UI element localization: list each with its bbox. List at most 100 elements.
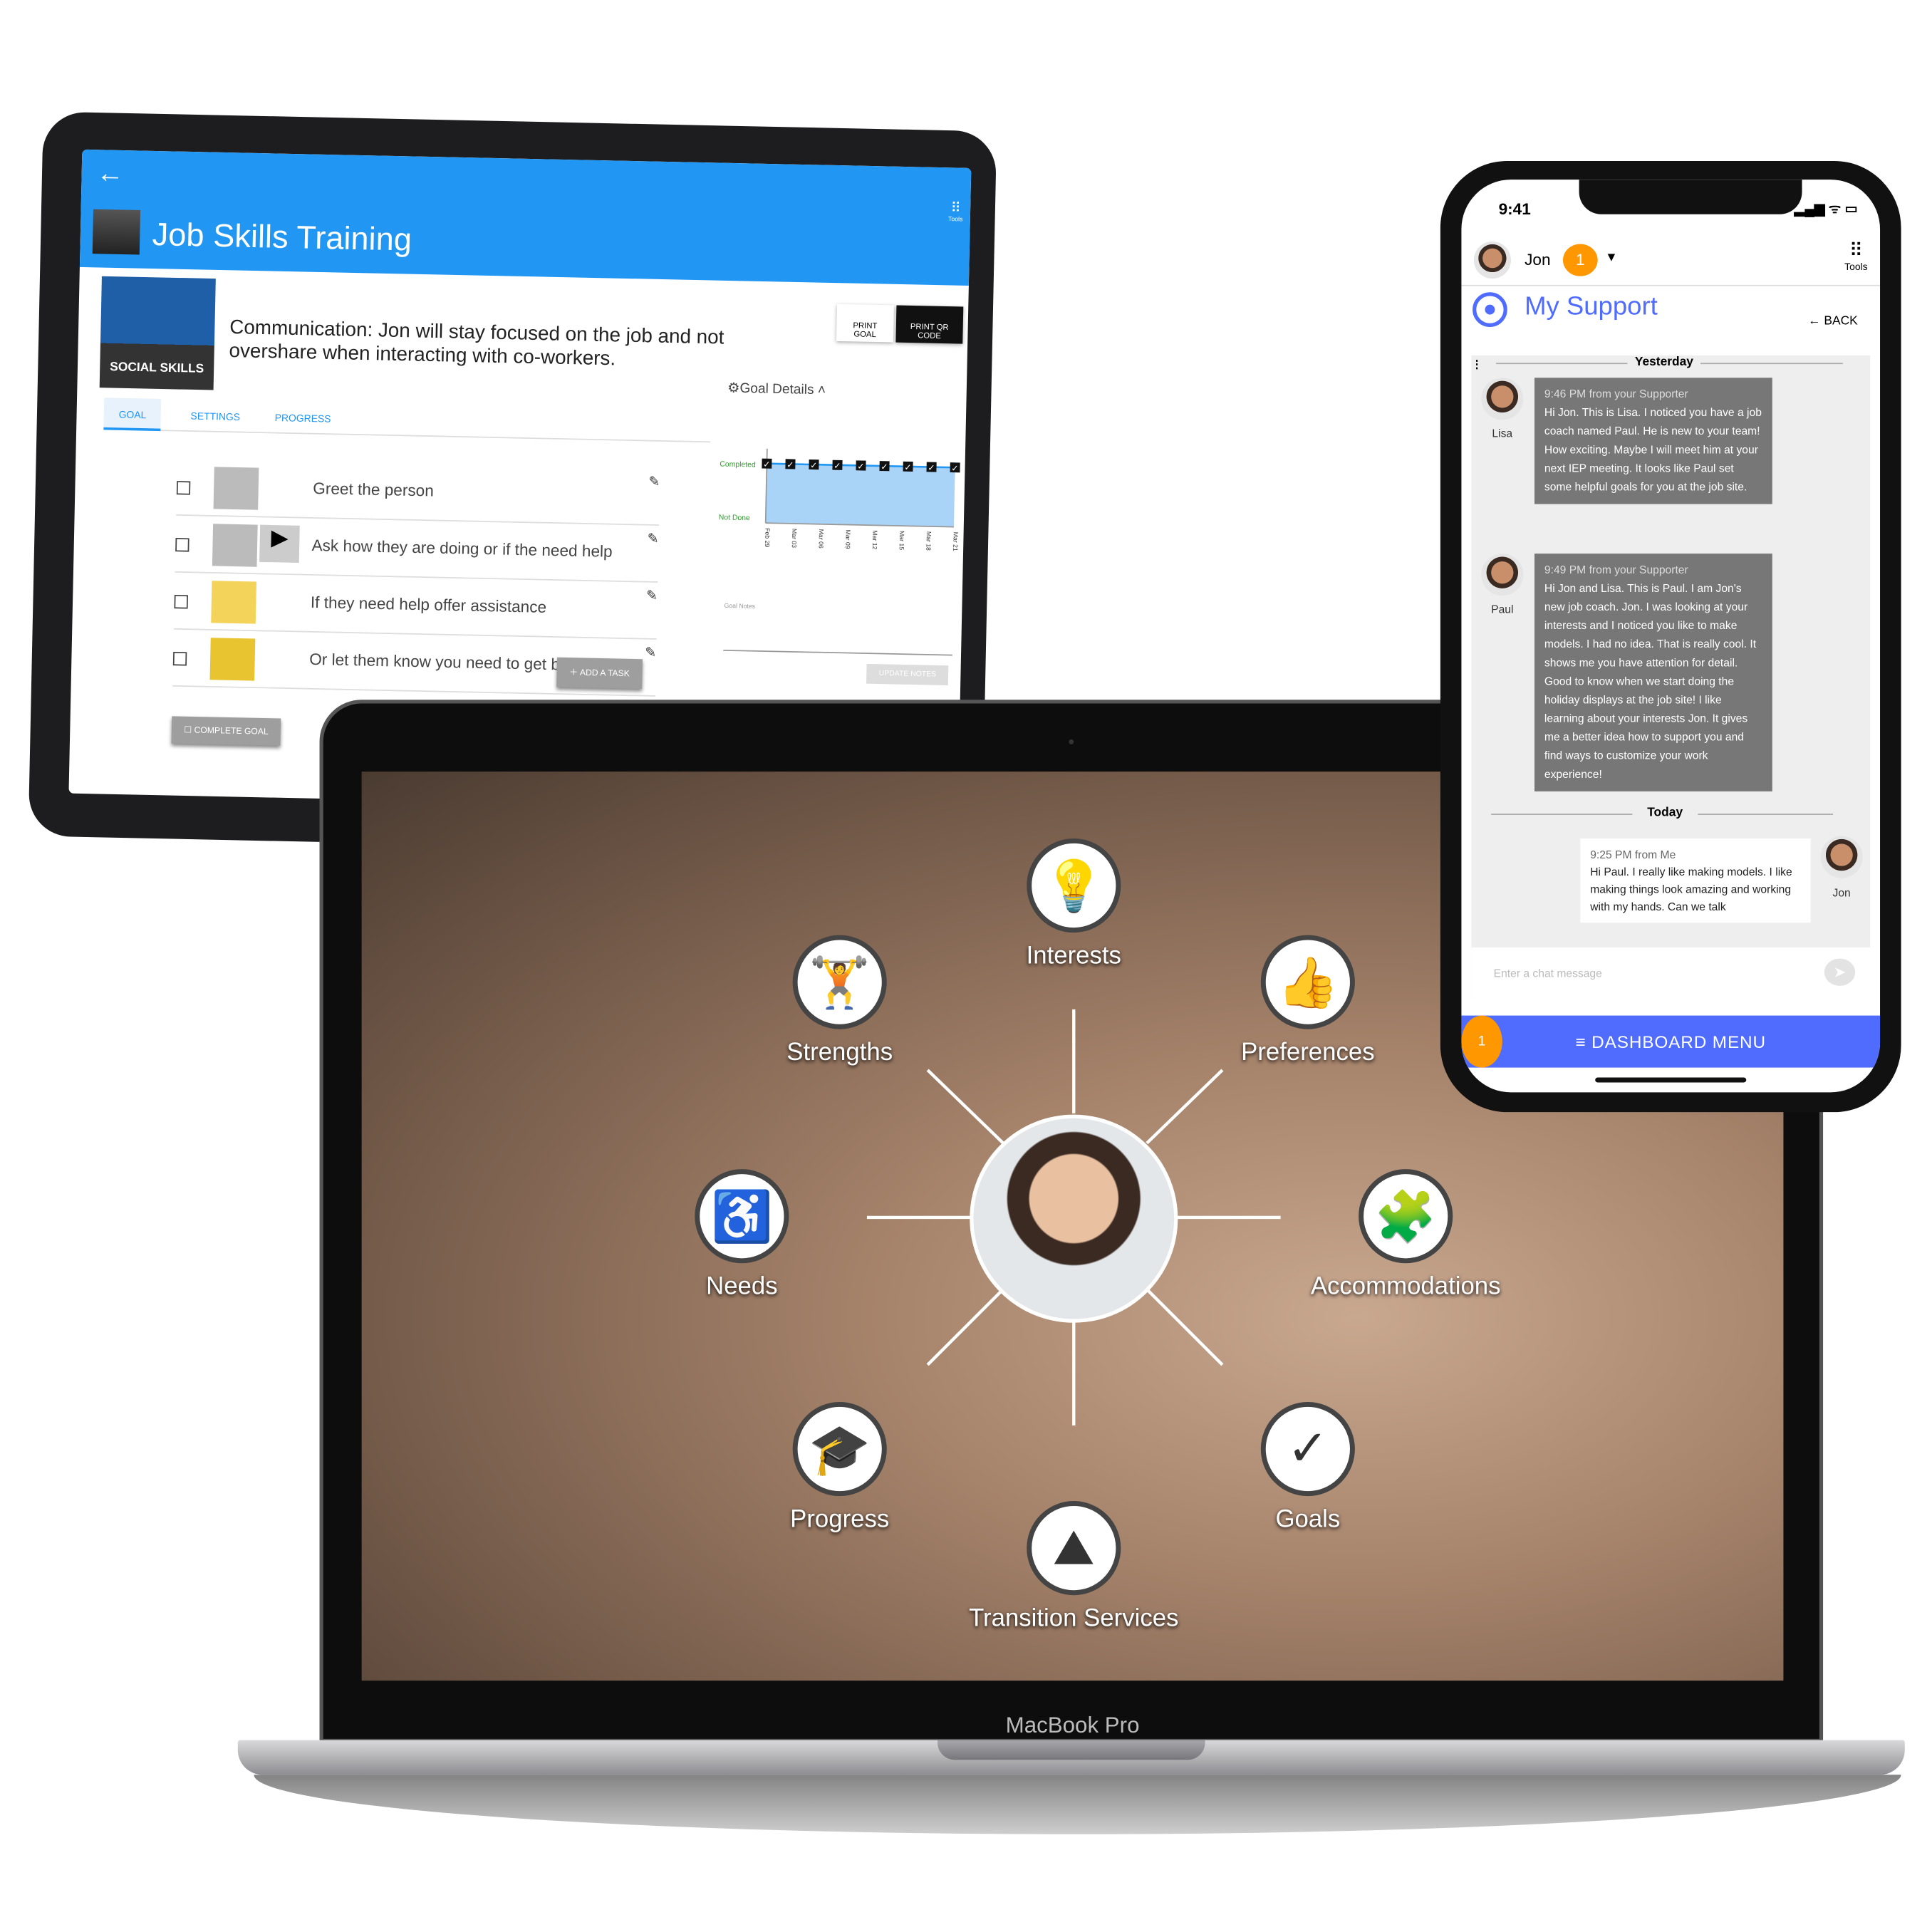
data-point-check: ✓ [763,459,770,469]
back-button[interactable]: ← BACK [1808,315,1858,328]
puzzle-icon[interactable]: 🧩 [1359,1169,1453,1264]
phone-device: 9:41 ▂▄▆ ᯤ ▭ Jon 1 ▾ ⠿ Tools My Support ←… [1440,161,1901,1113]
category-badge: SOCIAL SKILLS [99,276,216,390]
task-label: Greet the person [313,479,435,500]
sender-name: Paul [1491,603,1514,616]
tab-progress[interactable]: PROGRESS [259,401,346,435]
mountain-climber-icon[interactable]: ⛰ [1027,1501,1121,1596]
goal-details-label: Goal Details [739,381,814,398]
grid-icon: ⠿ [950,201,961,217]
complete-goal-button[interactable]: ☐ COMPLETE GOAL [171,716,281,746]
task-image [212,524,258,567]
tab-settings[interactable]: SETTINGS [175,399,255,433]
edit-pencil-icon[interactable]: ✎ [648,474,660,489]
send-icon[interactable]: ➤ [1824,958,1856,986]
add-task-label: ADD A TASK [579,669,630,679]
tab-goal[interactable]: GOAL [103,398,162,432]
hub-label-needs[interactable]: Needs [581,1272,903,1302]
dashboard-menu-button[interactable]: ≡ DASHBOARD MENU [1461,1015,1881,1068]
tools-button[interactable]: ⠿ Tools [1844,239,1867,272]
edit-pencil-icon[interactable]: ✎ [647,531,658,546]
print-qr-button[interactable]: PRINT QR CODE [895,305,964,344]
task-row: Greet the person ✎ [176,461,660,526]
lightbulb-icon[interactable]: 💡 [1027,838,1121,933]
hub-label-interests[interactable]: Interests [913,941,1235,971]
goal-notes-input[interactable] [723,650,952,656]
message-from: from Me [1634,848,1676,861]
goal-progress-chart: Completed Not Done ✓ ✓ ✓ ✓ ✓ ✓ ✓ ✓ ✓ Feb 29 Mar 03 Ma… [719,448,960,551]
grid-icon: ⠿ [1849,240,1863,261]
laptop-notch [938,1740,1205,1760]
goal-details-toggle[interactable]: ⚙Goal Details ˄ [727,380,826,398]
hub-label-progress[interactable]: Progress [679,1505,1001,1534]
data-point-check: ✓ [810,460,817,470]
x-tick-label: Mar 06 [817,529,825,549]
task-checkbox[interactable] [176,481,191,495]
goal-description: Communication: Jon will stay focused on … [229,317,724,370]
edit-pencil-icon[interactable]: ✎ [646,588,658,603]
status-icons: ▂▄▆ ᯤ ▭ [1794,202,1858,217]
hub-label-strengths[interactable]: Strengths [679,1038,1001,1068]
add-task-button[interactable]: ＋ ADD A TASK [556,657,643,689]
accessibility-icon[interactable]: ♿ [695,1169,789,1264]
tools-button[interactable]: ⠿ Tools [948,199,963,224]
support-target-icon [1473,292,1507,327]
paul-avatar [1481,554,1524,596]
task-row: If they need help offer assistance ✎ [173,575,658,640]
goal-thumbnail [92,209,141,255]
thumbs-up-icon[interactable]: 👍 [1260,935,1355,1029]
video-play-icon[interactable]: ▶ [259,524,300,563]
message-bubble: 9:49 PM from your Supporter Hi Jon and Li… [1534,554,1772,791]
notification-badge[interactable]: 1 [1562,244,1598,276]
back-label: BACK [1824,314,1858,328]
chart-area [765,463,955,527]
task-checkbox[interactable] [174,595,188,609]
x-tick-label: Mar 21 [952,532,960,551]
message-bubble: 9:46 PM from your Supporter Hi Jon. This … [1534,378,1772,504]
webcam [1069,739,1074,744]
student-photo[interactable] [970,1114,1178,1323]
menu-badge: 1 [1461,1015,1502,1068]
task-row: ▶ Ask how they are doing or if the need h… [175,518,659,583]
y-tick-label: Not Done [719,514,750,522]
hub-label-accommodations[interactable]: Accommodations [1245,1272,1567,1302]
x-tick-label: Feb 29 [764,528,772,547]
data-point-check: ✓ [833,461,841,471]
edit-pencil-icon[interactable]: ✎ [645,644,656,660]
task-image [211,581,257,624]
data-point-check: ✓ [951,463,958,473]
data-point-check: ✓ [928,463,935,473]
phone-header: Jon 1 ▾ ⠿ Tools [1461,234,1881,286]
x-tick-label: Mar 12 [871,530,879,549]
dumbbell-icon[interactable]: 🏋 [792,935,887,1029]
message-from: from your Supporter [1589,388,1688,400]
checkmark-icon[interactable]: ✓ [1260,1401,1355,1497]
day-label-today: Today [1632,806,1698,820]
task-checkbox[interactable] [175,538,189,552]
chat-input[interactable]: Enter a chat message ➤ [1471,947,1871,999]
message-time: 9:25 PM [1590,848,1632,861]
message-text: Hi Jon. This is Lisa. I noticed you have… [1544,406,1762,493]
message-bubble: 9:25 PM from Me Hi Paul. I really like ma… [1580,838,1811,923]
hub-label-preferences[interactable]: Preferences [1147,1038,1469,1068]
data-point-check: ✓ [904,462,911,472]
laptop-shadow [254,1775,1901,1834]
update-notes-button[interactable]: UPDATE NOTES [866,663,949,686]
data-point-check: ✓ [786,460,794,470]
user-avatar[interactable] [1473,242,1511,279]
x-tick-label: Mar 15 [898,531,906,550]
hub-label-goals[interactable]: Goals [1147,1505,1469,1534]
app-header: ← ⠿ Tools Job Skills Training [79,149,972,286]
hub-label-transition-services[interactable]: Transition Services [913,1604,1235,1634]
y-tick-label: Completed [720,461,756,469]
graduation-cap-icon[interactable]: 🎓 [792,1401,887,1497]
print-goal-button[interactable]: PRINT GOAL [836,303,894,343]
home-indicator [1595,1077,1747,1083]
caret-down-icon[interactable]: ▾ [1608,248,1615,265]
sender-name: Jon [1832,886,1851,900]
chat-options-icon[interactable]: ⋮ [1471,358,1482,371]
sender-name: Lisa [1492,427,1513,440]
back-arrow-icon[interactable]: ← [96,157,124,190]
task-checkbox[interactable] [172,651,187,666]
goal-tabs: GOAL SETTINGS PROGRESS [103,398,712,443]
